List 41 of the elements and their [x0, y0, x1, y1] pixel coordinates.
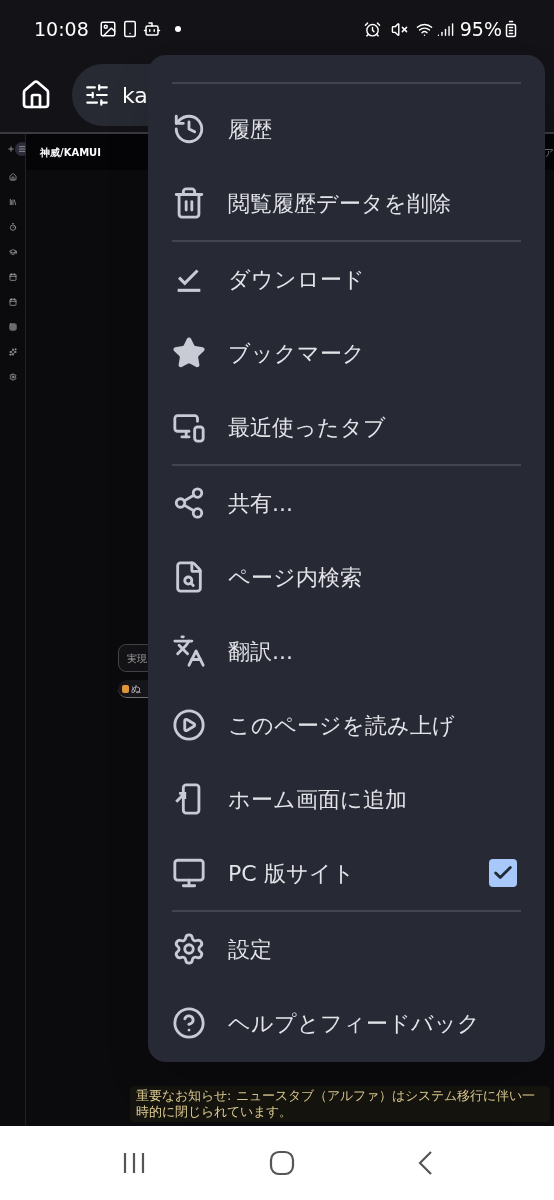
menu-item[interactable]: ページ内検索 — [148, 540, 545, 614]
menu-item[interactable]: 共有... — [148, 466, 545, 540]
timer-icon[interactable] — [8, 223, 17, 231]
menu-item[interactable]: ヘルプとフィードバック — [148, 986, 545, 1060]
monitor-icon — [172, 856, 206, 890]
menu-item[interactable]: このページを読み上げ — [148, 688, 545, 762]
recent-apps-icon[interactable] — [121, 1151, 147, 1175]
menu-item[interactable]: ホーム画面に追加 — [148, 762, 545, 836]
star-icon — [172, 336, 206, 370]
calendar-icon[interactable] — [8, 298, 17, 306]
battery-percent: 95% — [459, 16, 502, 42]
notice-banner: 重要なお知らせ: ニュースタブ（アルファ）はシステム移行に伴い一時的に閉じられています。 — [130, 1086, 550, 1122]
menu-item[interactable]: ブックマーク — [148, 316, 545, 390]
menu-item[interactable]: 設定 — [148, 912, 545, 986]
bot-icon — [142, 20, 161, 38]
menu-item[interactable]: 履歴 — [148, 92, 545, 166]
help-icon — [172, 1006, 206, 1040]
history-icon — [172, 112, 206, 146]
share-icon — [172, 486, 206, 520]
url-text: ka — [122, 81, 148, 110]
edge-text: ア — [544, 145, 554, 160]
play-icon — [172, 708, 206, 742]
mute-icon — [390, 20, 408, 38]
checkbox[interactable] — [489, 859, 517, 887]
signal-icon — [436, 20, 454, 38]
menu-item[interactable]: ダウンロード — [148, 242, 545, 316]
site-title: 神威/KAMUI — [40, 145, 101, 160]
alarm-icon — [363, 20, 381, 38]
image-icon — [98, 20, 117, 38]
calendar-icon[interactable] — [8, 273, 17, 281]
trash-icon — [172, 186, 206, 220]
menu-item[interactable]: 閲覧履歴データを削除 — [148, 166, 545, 240]
back-icon[interactable] — [417, 1150, 433, 1176]
plus-icon[interactable] — [6, 145, 15, 153]
site-settings-icon — [84, 82, 110, 108]
clock-time: 10:08 — [34, 16, 89, 42]
menu-item[interactable]: PC 版サイト — [148, 836, 545, 910]
translate-icon — [172, 634, 206, 668]
menu-item[interactable]: 翻訳... — [148, 614, 545, 688]
home-nav-icon[interactable] — [269, 1150, 295, 1176]
menu-item[interactable]: 最近使ったタブ — [148, 390, 545, 464]
